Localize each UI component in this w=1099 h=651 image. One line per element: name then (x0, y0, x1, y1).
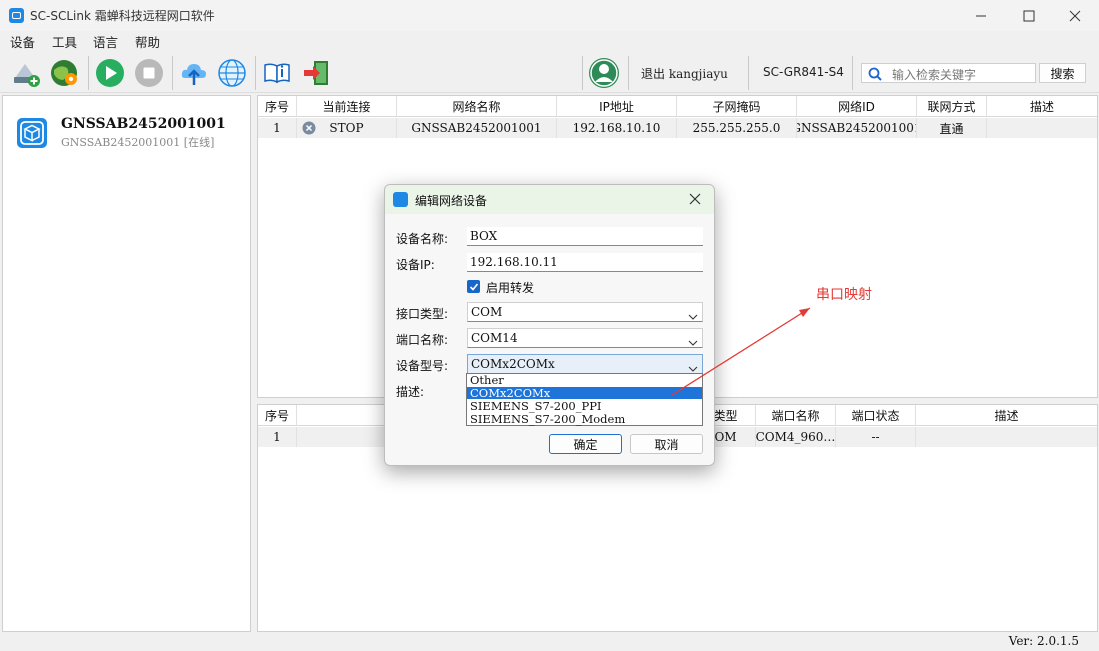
forward-label: 启用转发 (486, 281, 535, 295)
menu-help[interactable]: 帮助 (135, 32, 160, 51)
dropdown-option[interactable]: SIEMENS_S7-200_Modem (467, 413, 702, 425)
toolbar-separator (255, 56, 256, 90)
close-icon[interactable] (689, 190, 701, 209)
status-bar: Ver: 2.0.1.5 (0, 632, 1099, 651)
logout-button[interactable]: 退出 kangjiayu (641, 65, 728, 82)
version-label: Ver: 2.0.1.5 (1008, 634, 1079, 648)
add-device-icon[interactable] (10, 57, 42, 89)
search-placeholder: 输入检索关键字 (892, 68, 977, 82)
device-box-icon (17, 118, 47, 148)
column-header: 序号 (258, 96, 297, 117)
cell-name: GNSSAB2452001001 (397, 118, 557, 138)
start-icon[interactable] (94, 57, 126, 89)
device-list-item[interactable]: GNSSAB2452001001 GNSSAB2452001001 [在线] (3, 96, 250, 156)
minimize-icon[interactable] (958, 0, 1004, 31)
menu-device[interactable]: 设备 (10, 32, 35, 51)
exit-icon[interactable] (300, 57, 332, 89)
stop-icon[interactable] (133, 57, 165, 89)
cell-status: -- (836, 427, 916, 447)
device-name-label: 设备名称: (396, 232, 449, 246)
toolbar-separator (172, 56, 173, 90)
cell-netid: GNSSAB2452001001 (797, 118, 917, 138)
search-input[interactable]: 输入检索关键字 (861, 63, 1036, 83)
menu-language[interactable]: 语言 (93, 32, 118, 51)
column-header: IP地址 (557, 96, 677, 117)
port-name-label: 端口名称: (396, 333, 449, 347)
user-avatar-icon[interactable] (588, 57, 620, 89)
description-label: 描述: (396, 385, 425, 399)
connection-status: STOP (329, 121, 364, 135)
app-icon (9, 8, 24, 23)
device-ip-field[interactable]: 192.168.10.11 (467, 253, 703, 272)
annotation-label: 串口映射 (816, 287, 872, 303)
dialog-app-icon (393, 192, 408, 207)
cell-port: COM4_960… (756, 427, 836, 447)
cell-index: 1 (258, 118, 297, 138)
column-header: 当前连接 (297, 96, 397, 117)
forward-checkbox[interactable] (467, 280, 480, 293)
device-ip-label: 设备IP: (396, 258, 435, 272)
device-name: GNSSAB2452001001 (61, 116, 226, 132)
cell-desc (987, 118, 1097, 138)
table-row[interactable]: 1 STOP GNSSAB2452001001 192.168.10.10 25… (258, 118, 1097, 138)
toolbar-separator (852, 56, 853, 90)
cell-ip: 192.168.10.10 (557, 118, 677, 138)
column-header: 端口名称 (756, 405, 836, 426)
column-header: 序号 (258, 405, 297, 426)
username: kangjiayu (668, 67, 728, 81)
model-label: SC-GR841-S4 (763, 65, 844, 79)
device-tree: GNSSAB2452001001 GNSSAB2452001001 [在线] (2, 95, 251, 632)
cell-mask: 255.255.255.0 (677, 118, 797, 138)
column-header: 描述 (1029, 100, 1054, 114)
title-bar: SC-SCLink 霜蝉科技远程网口软件 (0, 0, 1099, 31)
logout-label: 退出 (641, 67, 666, 81)
dialog-title: 编辑网络设备 (415, 194, 488, 208)
column-header: 子网掩码 (677, 96, 797, 117)
column-header: 端口状态 (836, 405, 916, 426)
menu-tools[interactable]: 工具 (52, 32, 77, 51)
column-header: 网络ID (797, 96, 917, 117)
device-model-label: 设备型号: (396, 359, 449, 373)
table-header: 序号 当前连接 网络名称 IP地址 子网掩码 网络ID 联网方式 描述 (258, 96, 1097, 117)
maximize-icon[interactable] (1006, 0, 1052, 31)
annotation-arrow (671, 307, 811, 396)
column-header: 联网方式 (917, 96, 987, 117)
menu-bar: 设备 工具 语言 帮助 (0, 31, 1099, 51)
search-icon (868, 67, 882, 84)
cell-index: 1 (258, 427, 297, 447)
cell-connection: STOP (297, 118, 397, 138)
dialog-title-bar: 编辑网络设备 (385, 185, 714, 214)
port-name-value: COM14 (471, 331, 518, 345)
interface-type-value: COM (471, 305, 503, 319)
toolbar-separator (582, 56, 583, 90)
cell-desc (916, 427, 1097, 447)
manual-icon[interactable] (261, 57, 293, 89)
globe-settings-icon[interactable] (48, 57, 80, 89)
column-header: 网络名称 (397, 96, 557, 117)
interface-type-label: 接口类型: (396, 307, 449, 321)
device-status: GNSSAB2452001001 [在线] (61, 136, 215, 149)
cell-mode: 直通 (917, 118, 987, 138)
ok-button[interactable]: 确定 (549, 434, 622, 454)
close-icon[interactable] (1052, 0, 1098, 31)
toolbar-separator (88, 56, 89, 90)
column-header: 描述 (994, 409, 1019, 423)
window-title: SC-SCLink 霜蝉科技远程网口软件 (30, 9, 215, 23)
toolbar-separator (748, 56, 749, 90)
toolbar-separator (628, 56, 629, 90)
upload-icon[interactable] (178, 57, 210, 89)
search-button[interactable]: 搜索 (1039, 63, 1086, 83)
device-model-value: COMx2COMx (471, 357, 555, 371)
disconnected-icon (302, 121, 316, 138)
device-name-field[interactable]: BOX (467, 227, 703, 246)
network-icon[interactable] (216, 57, 248, 89)
cancel-button[interactable]: 取消 (630, 434, 703, 454)
